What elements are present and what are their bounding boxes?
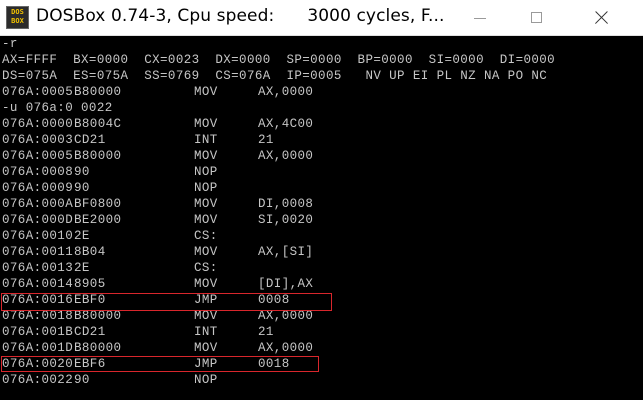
instr-address: 076A:0011 xyxy=(2,245,74,259)
instr-mnemonic: MOV xyxy=(194,85,218,99)
instr-address: 076A:0010 xyxy=(2,229,74,243)
instr-bytes: 8B04 xyxy=(74,245,106,259)
instr-bytes: 2E xyxy=(74,261,90,275)
instr-operands: AX,0000 xyxy=(258,149,314,163)
instr-mnemonic: MOV xyxy=(194,245,218,259)
instr-address: 076A:001D xyxy=(2,341,74,355)
register-line-1: AX=FFFF BX=0000 CX=0023 DX=0000 SP=0000 … xyxy=(2,53,556,67)
instr-bytes: B80000 xyxy=(74,149,122,163)
instr-mnemonic: MOV xyxy=(194,149,218,163)
instr-address: 076A:0003 xyxy=(2,133,74,147)
instr-address: 076A:0009 xyxy=(2,181,74,195)
instr-bytes: BE2000 xyxy=(74,213,122,227)
command-u: -u 076a:0 0022 xyxy=(2,101,113,115)
instr-bytes: B80000 xyxy=(74,85,122,99)
instr-operands: AX,[SI] xyxy=(258,245,314,259)
instr-address: 076A:001B xyxy=(2,325,74,339)
instr-mnemonic: CS: xyxy=(194,261,218,275)
maximize-icon xyxy=(531,12,542,23)
dosbox-app-icon[interactable]: DOS BOX xyxy=(6,6,29,29)
minimize-button[interactable] xyxy=(458,0,504,36)
instr-address: 076A:0005 xyxy=(2,85,74,99)
instr-bytes: CD21 xyxy=(74,133,106,147)
instr-operands: [DI],AX xyxy=(258,277,314,291)
dos-console[interactable]: -r AX=FFFF BX=0000 CX=0023 DX=0000 SP=00… xyxy=(0,36,643,400)
instr-operands: SI,0020 xyxy=(258,213,314,227)
instr-mnemonic: CS: xyxy=(194,229,218,243)
instr-address: 076A:000A xyxy=(2,197,74,211)
instr-bytes: 90 xyxy=(74,181,90,195)
instr-bytes: 8905 xyxy=(74,277,106,291)
command-r: -r xyxy=(2,37,18,51)
app-icon-text-top: DOS xyxy=(11,8,24,16)
current-instruction: 076A:0005 B80000 MOV AX,0000 xyxy=(2,84,313,100)
instr-bytes: BF0800 xyxy=(74,197,122,211)
instr-mnemonic: INT xyxy=(194,325,218,339)
instr-address: 076A:0014 xyxy=(2,277,74,291)
instr-operands: DI,0008 xyxy=(258,197,314,211)
instr-address: 076A:000D xyxy=(2,213,74,227)
instr-operands: 21 xyxy=(258,133,274,147)
app-icon-text-bottom: BOX xyxy=(11,17,24,25)
instr-address: 076A:0022 xyxy=(2,373,74,387)
instr-mnemonic: MOV xyxy=(194,213,218,227)
instr-bytes: B8004C xyxy=(74,117,122,131)
instr-mnemonic: MOV xyxy=(194,197,218,211)
instr-mnemonic: INT xyxy=(194,133,218,147)
instr-mnemonic: NOP xyxy=(194,373,218,387)
instr-address: 076A:0005 xyxy=(2,149,74,163)
instr-address: 076A:0000 xyxy=(2,117,74,131)
title-bar[interactable]: DOS BOX DOSBox 0.74-3, Cpu speed: 3000 c… xyxy=(0,0,643,36)
highlight-box-jmp-0008 xyxy=(1,293,332,311)
instr-bytes: B80000 xyxy=(74,341,122,355)
register-line-2: DS=075A ES=075A SS=0769 CS=076A IP=0005 … xyxy=(2,69,548,83)
instr-bytes: 2E xyxy=(74,229,90,243)
maximize-button[interactable] xyxy=(514,0,560,36)
window-title: DOSBox 0.74-3, Cpu speed: 3000 cycles, F… xyxy=(36,6,445,26)
instr-address: 076A:0008 xyxy=(2,165,74,179)
instr-mnemonic: NOP xyxy=(194,165,218,179)
minimize-icon xyxy=(474,18,486,19)
instr-mnemonic: MOV xyxy=(194,277,218,291)
instr-operands: AX,0000 xyxy=(258,85,314,99)
instr-operands: AX,4C00 xyxy=(258,117,314,131)
instr-mnemonic: MOV xyxy=(194,117,218,131)
instr-mnemonic: MOV xyxy=(194,341,218,355)
instr-bytes: 90 xyxy=(74,165,90,179)
highlight-box-jmp-0018 xyxy=(1,356,319,372)
instr-operands: AX,0000 xyxy=(258,341,314,355)
instr-mnemonic: NOP xyxy=(194,181,218,195)
instr-operands: 21 xyxy=(258,325,274,339)
instr-address: 076A:0013 xyxy=(2,261,74,275)
close-icon xyxy=(592,8,610,26)
instr-bytes: 90 xyxy=(74,373,90,387)
instr-bytes: CD21 xyxy=(74,325,106,339)
close-button[interactable] xyxy=(576,0,622,36)
